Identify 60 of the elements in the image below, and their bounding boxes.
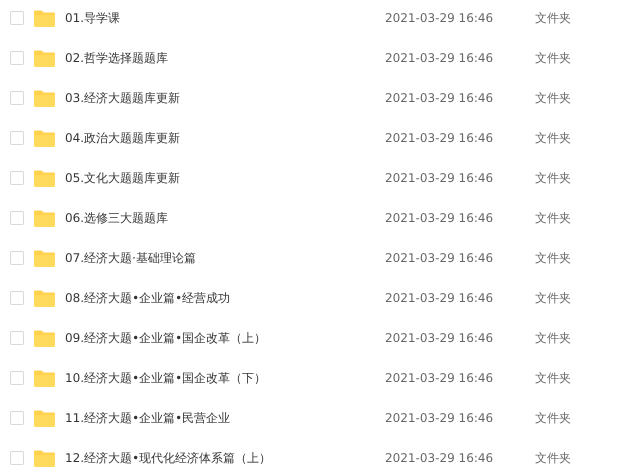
folder-icon	[34, 10, 55, 26]
file-type: 文件夹	[535, 250, 571, 266]
checkbox[interactable]	[10, 91, 24, 105]
modified-date: 2021-03-29 16:46	[385, 171, 494, 185]
modified-date: 2021-03-29 16:46	[385, 251, 494, 265]
folder-name[interactable]: 04.政治大题题库更新	[65, 130, 385, 146]
folder-icon	[34, 250, 55, 266]
folder-name[interactable]: 09.经济大题•企业篇•国企改革（上）	[65, 330, 385, 346]
checkbox[interactable]	[10, 291, 24, 305]
modified-date: 2021-03-29 16:46	[385, 371, 494, 385]
modified-date: 2021-03-29 16:46	[385, 51, 494, 65]
file-type: 文件夹	[535, 290, 571, 306]
folder-name[interactable]: 07.经济大题·基础理论篇	[65, 250, 385, 266]
file-type: 文件夹	[535, 10, 571, 26]
file-type: 文件夹	[535, 330, 571, 346]
folder-icon	[34, 290, 55, 306]
modified-date: 2021-03-29 16:46	[385, 331, 494, 345]
modified-date: 2021-03-29 16:46	[385, 131, 494, 145]
folder-name[interactable]: 06.选修三大题题库	[65, 210, 385, 226]
modified-date: 2021-03-29 16:46	[385, 411, 494, 425]
folder-name[interactable]: 10.经济大题•企业篇•国企改革（下）	[65, 370, 385, 386]
folder-name[interactable]: 11.经济大题•企业篇•民营企业	[65, 410, 385, 426]
checkbox[interactable]	[10, 411, 24, 425]
checkbox[interactable]	[10, 51, 24, 65]
folder-icon	[34, 50, 55, 66]
folder-name[interactable]: 01.导学课	[65, 10, 385, 26]
folder-icon	[34, 330, 55, 346]
checkbox[interactable]	[10, 371, 24, 385]
folder-icon	[34, 370, 55, 386]
folder-name[interactable]: 08.经济大题•企业篇•经营成功	[65, 290, 385, 306]
checkbox[interactable]	[10, 331, 24, 345]
folder-icon	[34, 130, 55, 146]
file-type: 文件夹	[535, 370, 571, 386]
folder-icon	[34, 170, 55, 186]
folder-name[interactable]: 05.文化大题题库更新	[65, 170, 385, 186]
checkbox[interactable]	[10, 211, 24, 225]
modified-date: 2021-03-29 16:46	[385, 291, 494, 305]
modified-date: 2021-03-29 16:46	[385, 11, 494, 25]
file-type: 文件夹	[535, 210, 571, 226]
modified-date: 2021-03-29 16:46	[385, 211, 494, 225]
file-type: 文件夹	[535, 410, 571, 426]
folder-icon	[34, 410, 55, 426]
modified-date: 2021-03-29 16:46	[385, 451, 494, 465]
folder-icon	[34, 90, 55, 106]
folder-name[interactable]: 02.哲学选择题题库	[65, 50, 385, 66]
folder-name[interactable]: 12.经济大题•现代化经济体系篇（上）	[65, 450, 385, 466]
folder-icon	[34, 450, 55, 466]
checkbox[interactable]	[10, 251, 24, 265]
folder-name[interactable]: 03.经济大题题库更新	[65, 90, 385, 106]
file-type: 文件夹	[535, 130, 571, 146]
checkbox[interactable]	[10, 171, 24, 185]
file-type: 文件夹	[535, 50, 571, 66]
checkbox[interactable]	[10, 451, 24, 465]
checkbox[interactable]	[10, 11, 24, 25]
file-type: 文件夹	[535, 90, 571, 106]
checkbox[interactable]	[10, 131, 24, 145]
modified-date: 2021-03-29 16:46	[385, 91, 494, 105]
file-type: 文件夹	[535, 170, 571, 186]
folder-icon	[34, 210, 55, 226]
file-type: 文件夹	[535, 450, 571, 466]
